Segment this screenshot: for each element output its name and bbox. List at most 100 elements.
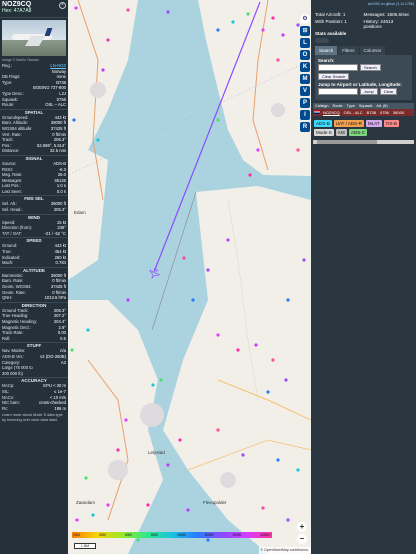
table-scrollbar[interactable] xyxy=(313,140,414,144)
table-row[interactable]: NOZ9CQ OSL - ALC B738 0756 36000 xyxy=(313,109,414,116)
source-chip[interactable]: Mode-S xyxy=(314,129,334,136)
detail-row: QNH: 1013.6 hPa xyxy=(0,295,68,301)
zoom-in-button[interactable]: + xyxy=(297,522,307,532)
close-icon[interactable]: × xyxy=(59,2,66,9)
aircraft-marker-icon[interactable] xyxy=(296,148,300,152)
source-chip[interactable]: ADS-C xyxy=(349,129,368,136)
aircraft-marker-icon[interactable] xyxy=(271,16,275,20)
source-chip[interactable]: ADS-B xyxy=(314,120,332,127)
aircraft-marker-icon[interactable] xyxy=(231,20,235,24)
map-button-r[interactable]: R xyxy=(300,122,310,132)
tab-filters[interactable]: Filters xyxy=(338,46,359,55)
sidebar-tabs: Search Filters Columns xyxy=(315,46,412,55)
aircraft-marker-icon[interactable] xyxy=(286,518,290,522)
legend-label: 10000 xyxy=(176,533,186,537)
detail-row: Distance: 32.5 nmi xyxy=(0,148,68,154)
aircraft-marker-icon[interactable] xyxy=(286,298,290,302)
aircraft-marker-icon[interactable] xyxy=(186,508,190,512)
aircraft-marker-icon[interactable] xyxy=(70,348,74,352)
jump-button[interactable]: Jump xyxy=(360,88,378,95)
jump-input[interactable] xyxy=(318,88,358,95)
aircraft-marker-icon[interactable] xyxy=(261,28,265,32)
aircraft-marker-icon[interactable] xyxy=(126,298,130,302)
aircraft-marker-icon[interactable] xyxy=(236,348,240,352)
stats-available-link[interactable]: Stats available xyxy=(311,31,416,36)
aircraft-marker-icon[interactable] xyxy=(241,453,245,457)
detail-value: A3 xyxy=(60,359,66,365)
aircraft-marker-icon[interactable] xyxy=(276,58,280,62)
aircraft-marker-icon[interactable] xyxy=(216,333,220,337)
clear-search-button[interactable]: Clear Search xyxy=(318,73,350,80)
aircraft-marker-icon[interactable] xyxy=(166,10,170,14)
aircraft-marker-icon[interactable] xyxy=(248,173,252,177)
aircraft-marker-icon[interactable] xyxy=(74,6,78,10)
detail-list: Reg.: LN-NOZ Norway DB Flags: none Type: B738 B… xyxy=(0,63,68,108)
aircraft-marker-icon[interactable] xyxy=(284,378,288,382)
map-button-v[interactable]: V xyxy=(300,86,310,96)
layers-button[interactable]: ⊞ xyxy=(300,26,310,36)
source-chip[interactable]: TIS-B xyxy=(383,120,400,127)
aircraft-marker-icon[interactable] xyxy=(146,503,150,507)
aircraft-marker-icon[interactable] xyxy=(254,343,258,347)
map-canvas[interactable]: U N T + − 2000 4000 6000 8000 10000 2000… xyxy=(68,0,311,554)
map-button-l[interactable]: L xyxy=(300,38,310,48)
map-button-k[interactable]: K xyxy=(300,62,310,72)
aircraft-marker-icon[interactable] xyxy=(216,118,220,122)
aircraft-marker-icon[interactable] xyxy=(271,358,275,362)
aircraft-marker-icon[interactable] xyxy=(216,28,220,32)
map-button-o[interactable]: O xyxy=(300,50,310,60)
aircraft-marker-icon[interactable] xyxy=(101,68,105,72)
aircraft-marker-icon[interactable] xyxy=(261,506,265,510)
aircraft-marker-icon[interactable] xyxy=(86,328,90,332)
aircraft-marker-icon[interactable] xyxy=(178,438,182,442)
aircraft-marker-icon[interactable] xyxy=(206,538,210,542)
tab-columns[interactable]: Columns xyxy=(359,46,386,55)
aircraft-marker-icon[interactable] xyxy=(266,390,270,394)
aircraft-marker-icon[interactable] xyxy=(206,268,210,272)
aircraft-marker-icon[interactable] xyxy=(106,38,110,42)
aircraft-marker-icon[interactable] xyxy=(84,476,88,480)
row-callsign[interactable]: NOZ9CQ xyxy=(321,109,342,116)
aircraft-marker-icon[interactable] xyxy=(126,8,130,12)
map-button-m[interactable]: M xyxy=(300,74,310,84)
aircraft-marker-icon[interactable] xyxy=(276,458,280,462)
detail-label: Reg.: xyxy=(2,63,13,68)
aircraft-marker-icon[interactable] xyxy=(182,256,186,260)
stats-toggle[interactable] xyxy=(315,38,329,43)
map-button-p[interactable]: P xyxy=(300,98,310,108)
map-attribution[interactable]: © OpenStreetMap contributors. xyxy=(258,547,311,554)
clear-button[interactable]: Clear xyxy=(379,88,398,95)
map-button-i[interactable]: I xyxy=(300,110,310,120)
aircraft-marker-icon[interactable] xyxy=(159,378,163,382)
search-input[interactable] xyxy=(318,64,358,71)
aircraft-marker-icon[interactable] xyxy=(281,33,285,37)
aircraft-photo[interactable] xyxy=(2,20,66,56)
source-chip[interactable]: MLAT xyxy=(365,120,382,127)
aircraft-marker-icon[interactable] xyxy=(116,448,120,452)
detail-row: Mach: 0.784 xyxy=(0,260,68,266)
aircraft-marker-icon[interactable] xyxy=(246,12,250,16)
aircraft-marker-icon[interactable] xyxy=(75,518,79,522)
aircraft-marker-icon[interactable] xyxy=(151,383,155,387)
aircraft-marker-icon[interactable] xyxy=(124,418,128,422)
settings-gear-icon[interactable]: ⚙ xyxy=(300,14,310,24)
aircraft-marker-icon[interactable] xyxy=(296,468,300,472)
aircraft-marker-icon[interactable] xyxy=(72,118,76,122)
aircraft-marker-icon[interactable] xyxy=(191,298,195,302)
aircraft-marker-icon[interactable] xyxy=(302,258,306,262)
aircraft-marker-icon[interactable] xyxy=(166,463,170,467)
source-chip[interactable]: AIS xyxy=(335,129,348,136)
aircraft-marker-icon[interactable] xyxy=(136,538,140,542)
aircraft-marker-icon[interactable] xyxy=(256,148,260,152)
aircraft-marker-icon[interactable] xyxy=(216,428,220,432)
version-link[interactable]: tar1090 on github (3.14.1756) xyxy=(311,0,416,10)
aircraft-marker-icon[interactable] xyxy=(106,503,110,507)
aircraft-marker-icon[interactable] xyxy=(91,513,95,517)
search-button[interactable]: Search xyxy=(360,64,381,71)
zoom-out-button[interactable]: − xyxy=(297,534,307,544)
source-chip[interactable]: UAT / ADS-R xyxy=(333,120,364,127)
detail-label: Mach: xyxy=(2,260,14,266)
tab-search[interactable]: Search xyxy=(315,46,338,55)
aircraft-marker-icon[interactable] xyxy=(96,138,100,142)
aircraft-marker-icon[interactable] xyxy=(226,238,230,242)
